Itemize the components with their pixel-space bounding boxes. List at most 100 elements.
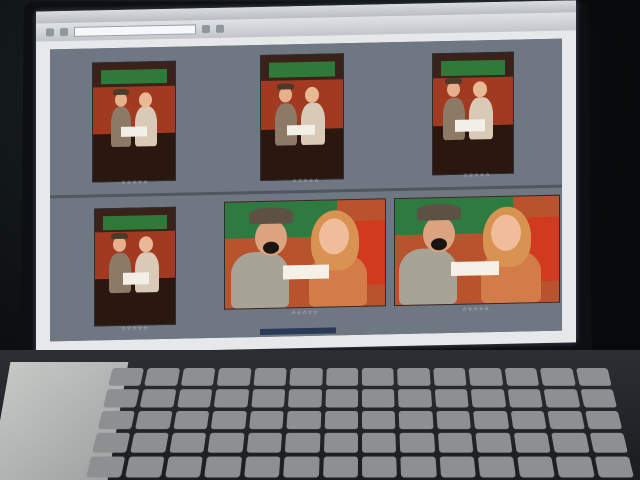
key: [398, 389, 432, 408]
thumbnail-cell[interactable]: ☆☆☆☆☆: [50, 45, 220, 196]
thumbnail-cell[interactable]: ☆☆☆☆☆: [220, 42, 392, 192]
photo-thumbnail[interactable]: [432, 51, 514, 176]
rating-stars[interactable]: ☆☆☆☆☆: [220, 176, 392, 186]
photo-thumbnail[interactable]: [224, 198, 386, 310]
rating-stars[interactable]: ☆☆☆☆☆: [220, 308, 390, 318]
rating-stars[interactable]: ☆☆☆☆☆: [50, 324, 220, 334]
key: [103, 389, 140, 408]
key: [125, 456, 165, 478]
key: [177, 389, 213, 408]
key: [584, 410, 623, 430]
key: [361, 389, 395, 408]
key: [540, 368, 576, 386]
thumbnail-cell[interactable]: ☆☆☆☆☆: [50, 195, 220, 342]
toolbar-button[interactable]: [202, 25, 210, 34]
key: [594, 456, 634, 478]
photo-thumbnail[interactable]: [394, 194, 560, 307]
key: [322, 456, 358, 478]
key: [248, 410, 284, 430]
key: [516, 456, 556, 478]
laptop-screen: ☆☆☆☆☆ ☆☆☆☆☆ ☆☆☆☆☆ ☆☆☆☆☆ ☆☆☆☆☆ ☆☆☆☆☆: [36, 0, 576, 354]
key: [436, 410, 472, 430]
key: [575, 368, 612, 386]
paper: [283, 264, 329, 280]
key: [361, 368, 395, 386]
key: [286, 410, 321, 430]
key: [439, 456, 477, 478]
key: [543, 389, 580, 408]
key: [362, 456, 398, 478]
forward-button[interactable]: [60, 27, 68, 37]
key: [217, 368, 252, 386]
hat: [417, 203, 461, 221]
key: [504, 368, 540, 386]
rating-stars[interactable]: ☆☆☆☆☆: [392, 171, 562, 181]
key: [204, 456, 242, 478]
key: [283, 456, 320, 478]
key: [86, 456, 126, 478]
paper: [121, 126, 147, 137]
key: [207, 433, 245, 453]
thumbnail-cell[interactable]: ☆☆☆☆☆: [220, 192, 390, 338]
floor: [93, 132, 175, 182]
rating-stars[interactable]: ☆☆☆☆☆: [390, 305, 562, 315]
green-sign: [269, 61, 335, 79]
keyboard: [86, 368, 634, 478]
key: [140, 389, 177, 408]
thumbnail-cell[interactable]: ☆☆☆☆☆: [392, 38, 562, 189]
key: [362, 433, 397, 453]
key: [473, 410, 510, 430]
paper: [123, 272, 149, 285]
key: [180, 368, 216, 386]
key: [130, 433, 169, 453]
key: [253, 368, 287, 386]
key: [173, 410, 210, 430]
key: [470, 389, 506, 408]
key: [135, 410, 173, 430]
key: [510, 410, 547, 430]
key: [361, 410, 396, 430]
key: [547, 410, 585, 430]
key: [324, 410, 359, 430]
key: [243, 456, 281, 478]
photo-thumbnail[interactable]: [94, 206, 176, 327]
key: [144, 368, 180, 386]
key: [288, 389, 322, 408]
key: [325, 368, 359, 386]
key: [323, 433, 358, 453]
hat: [111, 232, 128, 240]
hat: [277, 83, 294, 90]
thumbnail-grid: ☆☆☆☆☆ ☆☆☆☆☆ ☆☆☆☆☆ ☆☆☆☆☆ ☆☆☆☆☆ ☆☆☆☆☆: [50, 38, 562, 342]
key: [284, 433, 321, 453]
paper: [287, 124, 315, 136]
key: [246, 433, 283, 453]
photo-thumbnail[interactable]: [260, 53, 344, 181]
key: [468, 368, 503, 386]
key: [397, 368, 431, 386]
back-button[interactable]: [46, 28, 54, 37]
key: [475, 433, 513, 453]
key: [437, 433, 474, 453]
rating-stars[interactable]: ☆☆☆☆☆: [50, 178, 220, 188]
green-sign: [101, 68, 167, 85]
address-field[interactable]: [74, 24, 196, 37]
man-figure: [399, 247, 457, 306]
key: [434, 389, 469, 408]
thumbnail-cell[interactable]: ☆☆☆☆☆: [390, 188, 562, 335]
green-sign: [441, 60, 505, 76]
key: [324, 389, 359, 408]
key: [251, 389, 286, 408]
key: [478, 456, 516, 478]
key: [210, 410, 247, 430]
key: [169, 433, 207, 453]
toolbar-button[interactable]: [216, 24, 224, 33]
key: [92, 433, 131, 453]
key: [589, 433, 628, 453]
hat: [113, 88, 129, 96]
photo-thumbnail[interactable]: [92, 60, 176, 183]
key: [555, 456, 595, 478]
green-sign: [103, 214, 167, 231]
key: [214, 389, 250, 408]
key: [551, 433, 590, 453]
key: [433, 368, 467, 386]
